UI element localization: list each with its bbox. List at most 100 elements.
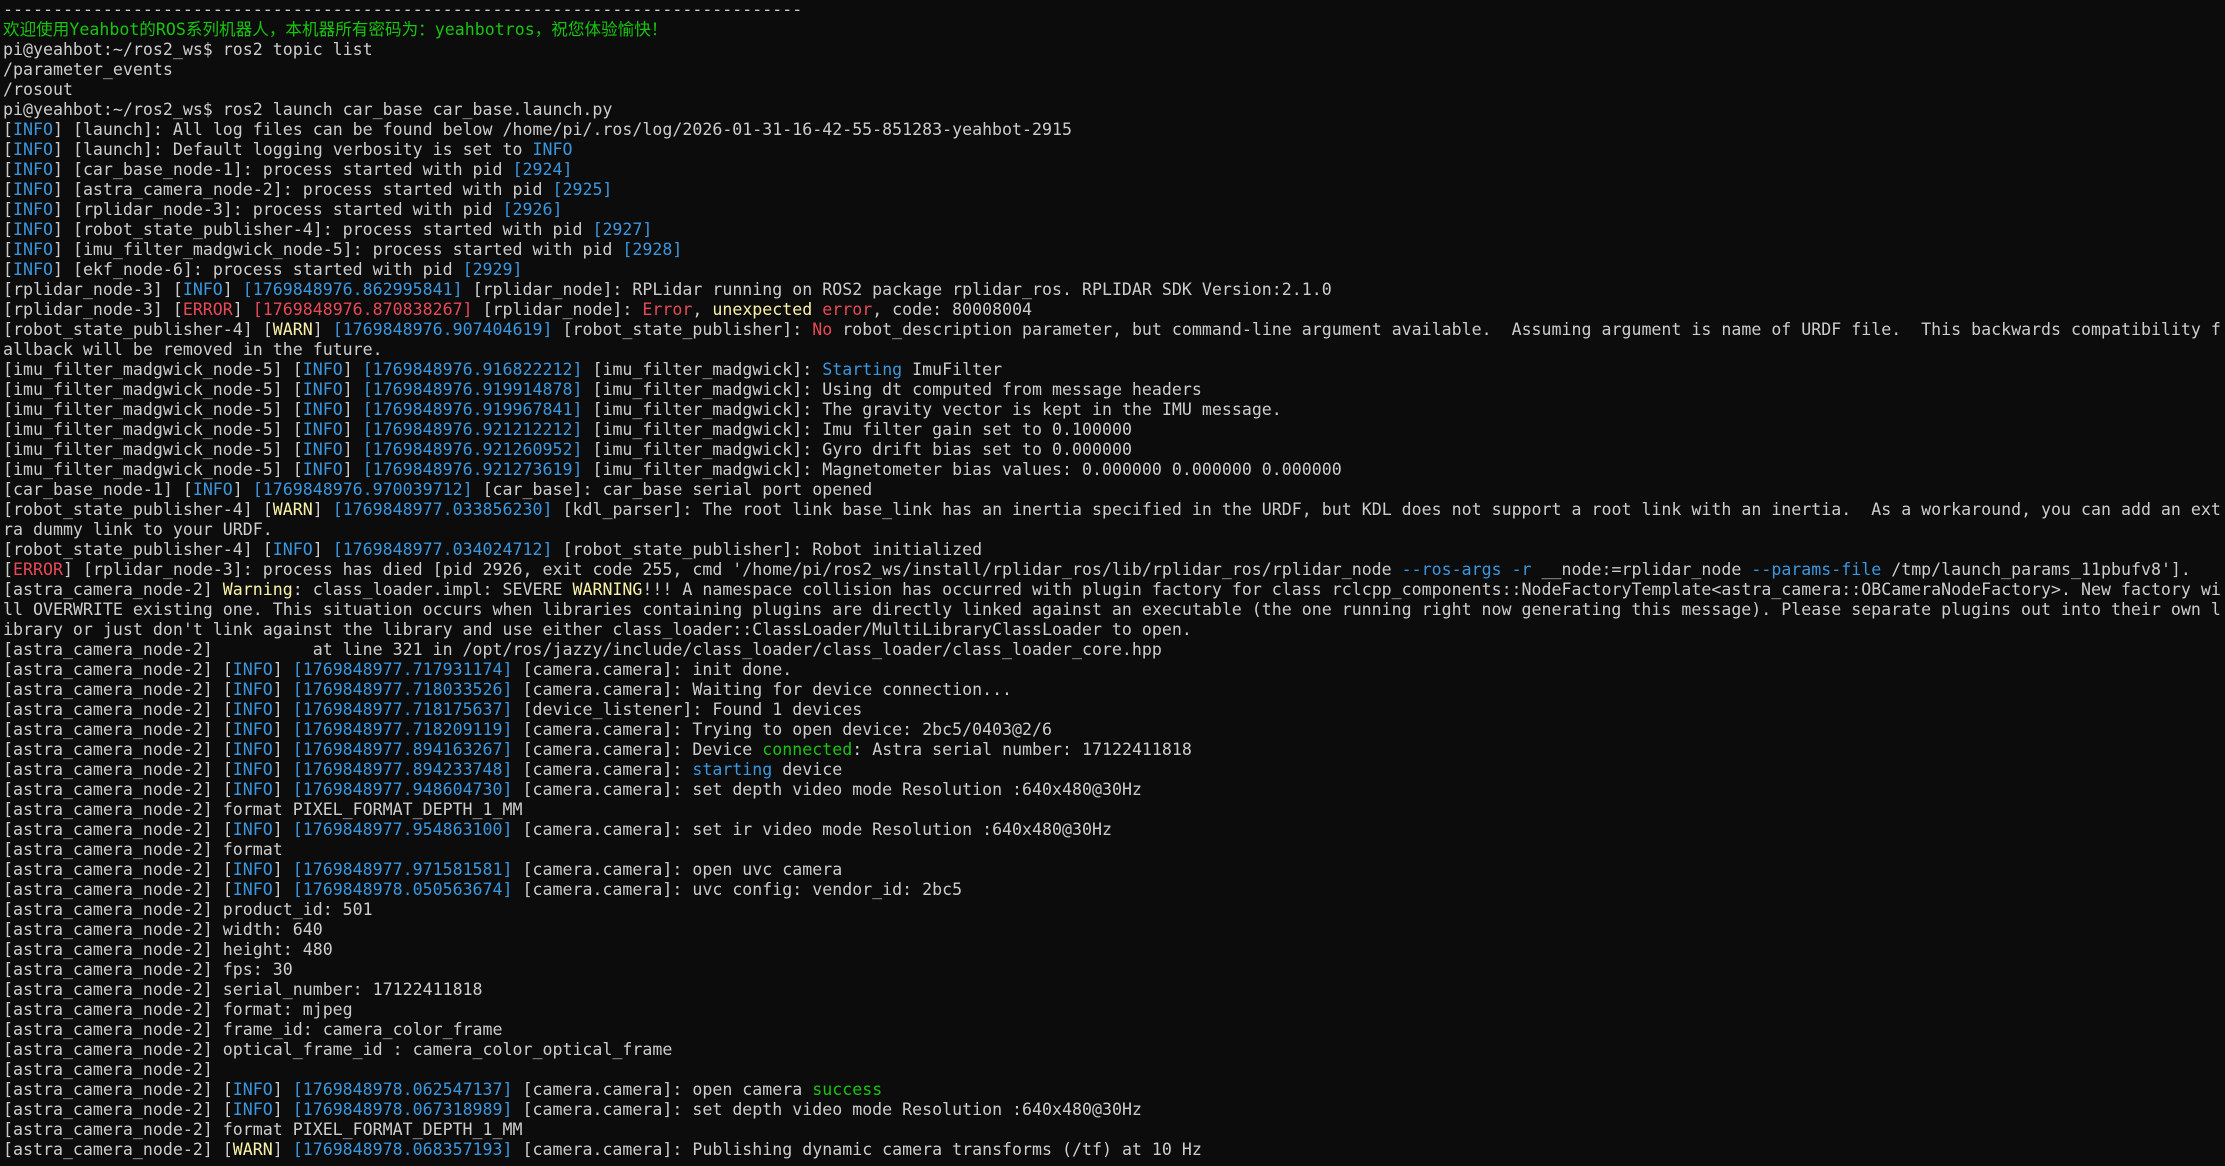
terminal-text: [astra_camera_node-2] [ <box>3 860 233 879</box>
terminal-text: [astra_camera_node-2] [ <box>3 740 233 759</box>
terminal-line: [imu_filter_madgwick_node-5] [INFO] [176… <box>3 440 2225 460</box>
terminal-text: [ <box>3 180 13 199</box>
terminal-line: [imu_filter_madgwick_node-5] [INFO] [176… <box>3 420 2225 440</box>
terminal-line: [astra_camera_node-2] width: 640 <box>3 920 2225 940</box>
terminal-text: INFO <box>232 1080 273 1099</box>
terminal-text: INFO <box>232 760 273 779</box>
terminal-line: [astra_camera_node-2] format PIXEL_FORMA… <box>3 800 2225 820</box>
terminal-text: [robot_state_publisher-4] [ <box>3 500 273 519</box>
terminal-text: INFO <box>302 400 343 419</box>
terminal-line: [INFO] [astra_camera_node-2]: process st… <box>3 180 2225 200</box>
terminal-text: [1769848976.916822212] <box>362 360 583 379</box>
terminal-text: ] <box>272 820 293 839</box>
terminal-text: [1769848977.718175637] <box>292 700 513 719</box>
terminal-text: ] <box>312 540 333 559</box>
terminal-text: robot_description parameter, but command… <box>832 320 2221 339</box>
terminal-text: [camera.camera]: <box>512 760 693 779</box>
terminal-text: starting <box>692 760 773 779</box>
terminal-text: [ <box>3 260 13 279</box>
terminal-text: [imu_filter_madgwick]: Magnetometer bias… <box>582 460 1342 479</box>
terminal-line: [astra_camera_node-2] height: 480 <box>3 940 2225 960</box>
terminal-text: INFO <box>232 780 273 799</box>
terminal-text: WARN <box>272 500 313 519</box>
terminal-text: [rplidar_node]: <box>472 300 643 319</box>
terminal-text: [1769848977.718033526] <box>292 680 513 699</box>
terminal-window[interactable]: ----------------------------------------… <box>0 0 2225 1166</box>
terminal-text: INFO <box>13 160 53 179</box>
terminal-text: ] <box>222 280 243 299</box>
terminal-text: [imu_filter_madgwick_node-5] [ <box>3 400 303 419</box>
terminal-text: [1769848976.907404619] <box>332 320 553 339</box>
terminal-text: [kdl_parser]: The root link base_link ha… <box>552 500 2221 519</box>
terminal-text: INFO <box>232 860 273 879</box>
terminal-line: [imu_filter_madgwick_node-5] [INFO] [176… <box>3 460 2225 480</box>
terminal-text: INFO <box>232 820 273 839</box>
terminal-text: INFO <box>13 260 53 279</box>
terminal-text: INFO <box>232 740 273 759</box>
terminal-text: Warning <box>222 580 293 599</box>
terminal-text: Error <box>642 300 693 319</box>
terminal-line: [astra_camera_node-2] [INFO] [1769848977… <box>3 860 2225 880</box>
terminal-text: [1769848976.921212212] <box>362 420 583 439</box>
terminal-text: [imu_filter_madgwick_node-5] [ <box>3 380 303 399</box>
terminal-line: [astra_camera_node-2] [INFO] [1769848977… <box>3 780 2225 800</box>
terminal-text: [1769848977.718209119] <box>292 720 513 739</box>
terminal-text: ra dummy link to your URDF. <box>3 520 273 539</box>
terminal-text: INFO <box>532 140 573 159</box>
terminal-line: [astra_camera_node-2] <box>3 1060 2225 1080</box>
terminal-text: [ <box>3 200 13 219</box>
terminal-text: /parameter_events <box>3 60 173 79</box>
terminal-text: ] <box>272 1080 293 1099</box>
terminal-line: ibrary or just don't link against the li… <box>3 620 2225 640</box>
terminal-text: ] [launch]: Default logging verbosity is… <box>52 140 533 159</box>
terminal-text: ] <box>272 680 293 699</box>
terminal-text: [astra_camera_node-2] format <box>3 840 283 859</box>
terminal-text: [camera.camera]: Publishing dynamic came… <box>512 1140 1202 1159</box>
terminal-text: [ <box>3 220 13 239</box>
terminal-text: [astra_camera_node-2] fps: 30 <box>3 960 293 979</box>
terminal-line: pi@yeahbot:~/ros2_ws$ ros2 topic list <box>3 40 2225 60</box>
terminal-text: --ros-args <box>1401 560 1502 579</box>
terminal-text: ] <box>272 1140 293 1159</box>
terminal-line: [car_base_node-1] [INFO] [1769848976.970… <box>3 480 2225 500</box>
terminal-line: [astra_camera_node-2] format <box>3 840 2225 860</box>
terminal-text: [ <box>3 120 13 139</box>
terminal-text: [1769848976.919967841] <box>362 400 583 419</box>
terminal-text: ] <box>272 1100 293 1119</box>
terminal-text: [2924] <box>512 160 573 179</box>
terminal-text: ] <box>272 740 293 759</box>
terminal-text: [imu_filter_madgwick_node-5] [ <box>3 440 303 459</box>
terminal-text: [2929] <box>462 260 523 279</box>
terminal-text: INFO <box>13 180 53 199</box>
terminal-text: [2926] <box>502 200 563 219</box>
terminal-line: [astra_camera_node-2] [INFO] [1769848978… <box>3 880 2225 900</box>
terminal-text: INFO <box>13 120 53 139</box>
terminal-text: [astra_camera_node-2] width: 640 <box>3 920 323 939</box>
terminal-text: ] [rplidar_node-3]: process has died [pi… <box>62 560 1402 579</box>
terminal-text: ] <box>232 480 253 499</box>
terminal-text: ibrary or just don't link against the li… <box>3 620 1192 639</box>
terminal-text: [astra_camera_node-2] [ <box>3 1080 233 1099</box>
terminal-text: INFO <box>272 540 313 559</box>
terminal-text: [1769848977.971581581] <box>292 860 513 879</box>
terminal-text: [2925] <box>552 180 613 199</box>
terminal-text: /rosout <box>3 80 73 99</box>
terminal-text: ] <box>342 400 363 419</box>
terminal-text: ] <box>342 440 363 459</box>
terminal-line: [astra_camera_node-2] Warning: class_loa… <box>3 580 2225 600</box>
terminal-text: [astra_camera_node-2] [ <box>3 1100 233 1119</box>
terminal-text: ] [ekf_node-6]: process started with pid <box>52 260 463 279</box>
terminal-text: [1769848976.921273619] <box>362 460 583 479</box>
terminal-text: WARN <box>232 1140 273 1159</box>
terminal-text: __node:=rplidar_node <box>1531 560 1752 579</box>
terminal-text: [imu_filter_madgwick]: Using dt computed… <box>582 380 1202 399</box>
terminal-text: [robot_state_publisher]: <box>552 320 813 339</box>
terminal-text: INFO <box>232 660 273 679</box>
terminal-text: [astra_camera_node-2] serial_number: 171… <box>3 980 483 999</box>
terminal-text: [astra_camera_node-2] optical_frame_id :… <box>3 1040 673 1059</box>
terminal-text: [1769848977.033856230] <box>332 500 553 519</box>
terminal-line: [imu_filter_madgwick_node-5] [INFO] [176… <box>3 400 2225 420</box>
terminal-text: [astra_camera_node-2] [ <box>3 720 233 739</box>
terminal-text: , code: 80008004 <box>872 300 1033 319</box>
terminal-text: : Astra serial number: 17122411818 <box>852 740 1192 759</box>
